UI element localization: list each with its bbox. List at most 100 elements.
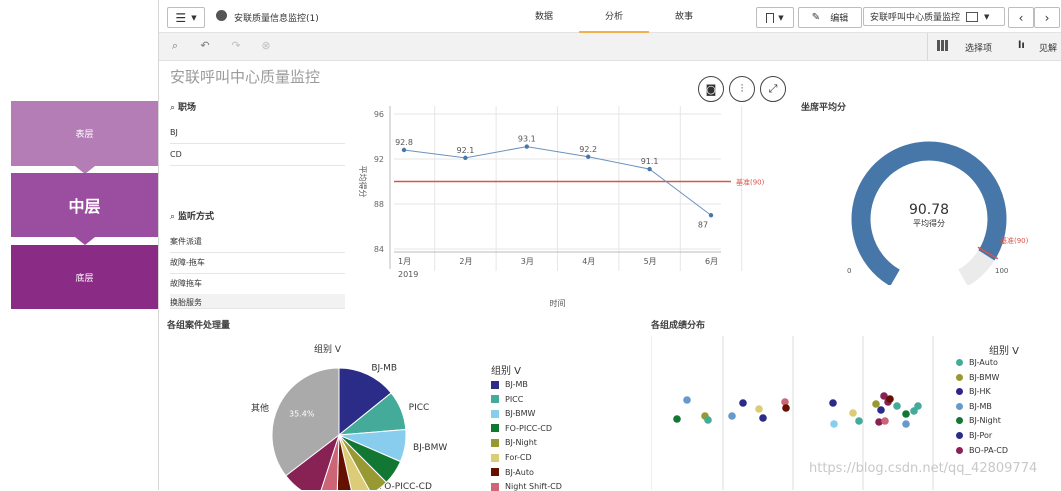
gauge-value: 90.78 <box>909 202 949 218</box>
scatter-legend-item[interactable]: BJ-HK <box>956 387 991 396</box>
filter-item[interactable]: 故障-拖车 <box>170 252 345 274</box>
search-icon: ⌕ <box>170 103 176 113</box>
legend-label: BJ-BMW <box>969 372 1000 382</box>
top-bar: ☰ ▼ 安联质量信息监控(1) 数据 分析 故事 ▼ ✎ 编辑 安联呼叫中心质量… <box>159 0 1061 33</box>
scatter-legend-item[interactable]: BJ-Auto <box>956 358 998 367</box>
selections-label[interactable]: 选择项 <box>965 41 992 54</box>
tab-data[interactable]: 数据 <box>509 0 579 31</box>
next-sheet-button[interactable]: › <box>1034 7 1060 28</box>
tab-analysis[interactable]: 分析 <box>579 0 649 33</box>
chevron-down-icon: ▼ <box>778 13 784 22</box>
sheet-selector[interactable]: 安联呼叫中心质量监控 ▼ <box>863 7 1005 26</box>
legend-dot <box>956 359 963 366</box>
insights-label[interactable]: 见解 <box>1039 41 1057 54</box>
pie-legend-title: 组别 V <box>491 366 522 377</box>
filter-title-monitor-method[interactable]: ⌕ 监听方式 <box>170 209 214 222</box>
bookmark-button[interactable]: ▼ <box>756 7 794 28</box>
clear-selections-icon[interactable]: ⊗ <box>259 39 273 53</box>
scatter-point <box>755 405 763 413</box>
legend-label: FO-PICC-CD <box>505 423 552 433</box>
filter-item[interactable]: BJ <box>170 122 345 144</box>
scatter-legend-item[interactable]: BJ-BMW <box>956 373 999 382</box>
menu-button[interactable]: ☰ ▼ <box>167 7 205 28</box>
line-chart[interactable]: 96 92 88 84 基准(90) 92.8 1月 92.1 2月 93.1 3月 92.2 4月 91… <box>349 96 769 316</box>
legend-label: BJ-Auto <box>505 467 534 477</box>
legend-dot <box>956 373 963 381</box>
scatter-point <box>683 396 691 404</box>
legend-label: BJ-BMW <box>505 409 536 419</box>
chevron-left-icon: ‹ <box>1018 10 1024 25</box>
smart-search-icon[interactable]: ⌕ <box>168 39 182 53</box>
previous-sheet-button[interactable]: ‹ <box>1008 7 1034 28</box>
selection-toolbar: ⌕ ↶ ↷ ⊗ 选择项 lı 见解 <box>159 33 1061 61</box>
pie-chart[interactable]: BJ-MB PICC BJ-BMW FO-PICC-CD 其他 35.4% <box>219 355 479 490</box>
scatter-point <box>829 399 837 407</box>
data-label: 93.1 <box>518 135 536 144</box>
pie-legend-item[interactable]: PICC <box>491 395 523 404</box>
tab-story[interactable]: 故事 <box>649 0 719 31</box>
pie-legend-item[interactable]: FO-PICC-CD <box>491 424 552 433</box>
legend-swatch <box>491 482 499 491</box>
layer-bottom-label: 底层 <box>75 273 94 284</box>
scatter-legend-item[interactable]: BJ-Night <box>956 416 1001 425</box>
legend-label: BJ-HK <box>969 387 991 397</box>
bookmark-icon <box>766 12 775 23</box>
pie-outer-label: PICC <box>409 403 430 413</box>
search-icon: ⌕ <box>170 212 176 222</box>
sliders-icon: ⫶ <box>740 82 744 95</box>
pie-outer-label: 其他 <box>251 402 269 414</box>
pie-legend-item[interactable]: BJ-MB <box>491 380 528 389</box>
pie-legend-item[interactable]: BJ-Night <box>491 438 537 447</box>
legend-label: BJ-Por <box>969 431 993 440</box>
scatter-point <box>830 420 838 428</box>
legend-label: PICC <box>505 394 524 404</box>
scatter-legend-item[interactable]: BO-PA-CD <box>956 446 1008 455</box>
layer-top: 表层 <box>11 101 158 166</box>
step-back-icon[interactable]: ↶ <box>198 39 212 53</box>
scatter-point <box>881 417 889 425</box>
data-point <box>524 144 529 149</box>
pie-outer-label: BJ-MB <box>371 363 397 373</box>
scatter-point <box>872 400 880 408</box>
scatter-legend-title: 组别 V <box>989 346 1020 357</box>
selections-icon[interactable] <box>937 40 948 51</box>
insights-icon[interactable]: lı <box>1018 40 1025 51</box>
filter-item[interactable]: 案件派遣 <box>170 231 345 253</box>
scatter-legend-item[interactable]: BJ-MB <box>956 402 992 411</box>
scatter-legend-item[interactable]: BJ-Por <box>956 431 992 440</box>
data-point <box>586 154 591 159</box>
expand-icon: ⤢ <box>768 82 778 95</box>
legend-dot <box>956 446 963 454</box>
pie-legend-item[interactable]: For-CD <box>491 453 532 462</box>
scatter-section-title: 各组成绩分布 <box>651 321 706 331</box>
scatter-point <box>855 417 863 425</box>
x-tick-label: 3月 <box>521 257 534 266</box>
gauge-reference-label: 基准(90) <box>1000 236 1029 245</box>
filter-item[interactable]: 换胎服务 <box>170 294 345 309</box>
x-axis-title: 时间 <box>550 298 566 308</box>
legend-dot <box>956 402 963 410</box>
gauge-chart[interactable]: 90.78平均得分 0 100 基准(90) <box>839 125 1061 285</box>
scatter-point <box>782 404 790 412</box>
filter-item[interactable]: CD <box>170 144 345 166</box>
y-tick-label: 92 <box>374 155 384 164</box>
divider <box>927 33 928 60</box>
x-sub-label: 2019 <box>398 270 418 279</box>
app-name[interactable]: 安联质量信息监控(1) <box>234 11 319 24</box>
qlik-app: ☰ ▼ 安联质量信息监控(1) 数据 分析 故事 ▼ ✎ 编辑 安联呼叫中心质量… <box>158 0 1061 491</box>
layer-arrow-2 <box>75 237 95 245</box>
x-tick-label: 4月 <box>582 257 595 266</box>
scatter-point <box>739 399 747 407</box>
edit-button[interactable]: ✎ 编辑 <box>798 7 862 28</box>
data-label: 92.8 <box>395 138 413 147</box>
pie-legend-item[interactable]: BJ-BMW <box>491 409 535 418</box>
scatter-point <box>704 416 712 424</box>
pie-legend-item[interactable]: BJ-Auto <box>491 468 534 477</box>
step-forward-icon[interactable]: ↷ <box>229 39 243 53</box>
y-tick-label: 88 <box>374 200 384 209</box>
filter-item[interactable]: 故障拖车 <box>170 273 345 295</box>
pie-dimension-label: 组别 V <box>314 345 342 355</box>
gauge-max-label: 100 <box>995 267 1008 275</box>
filter-title-workplace[interactable]: ⌕ 职场 <box>170 100 196 113</box>
legend-label: For-CD <box>505 453 532 462</box>
